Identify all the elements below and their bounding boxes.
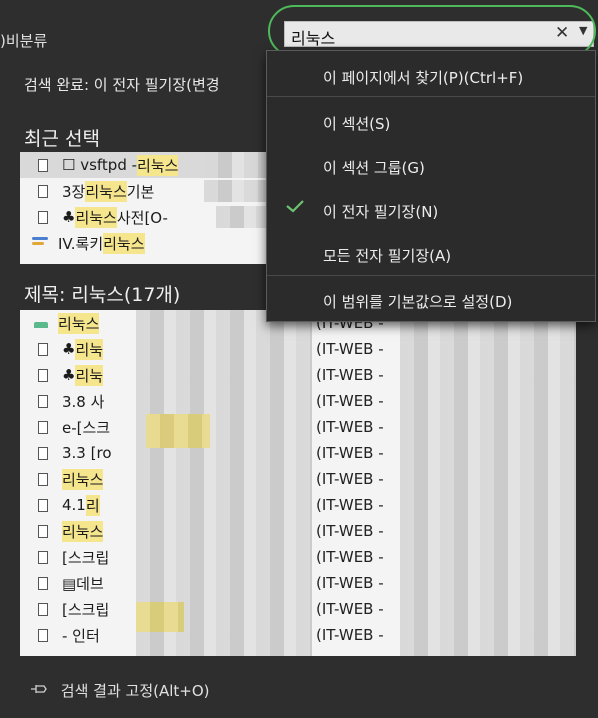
list-item[interactable]: 3장 리눅스 기본	[20, 178, 272, 204]
page-icon	[38, 158, 48, 172]
list-item[interactable]: IV.록키 리눅스	[20, 230, 272, 256]
checkmark-icon	[286, 200, 304, 213]
table-row[interactable]: 리눅스 (IT-WEB -	[20, 518, 576, 544]
page-icon	[38, 210, 48, 224]
pin-icon	[30, 682, 56, 700]
page-icon	[38, 394, 48, 408]
table-row[interactable]: - 인터 (IT-WEB -	[20, 622, 576, 648]
table-row[interactable]: [스크립 (IT-WEB -	[20, 544, 576, 570]
title-bar: )비분류 리눅스 ✕ ▼	[0, 0, 598, 57]
page-icon	[38, 184, 48, 198]
page-icon	[38, 602, 48, 616]
pin-results-label: 검색 결과 고정(Alt+O)	[60, 682, 210, 700]
table-row[interactable]: ▤데브 (IT-WEB -	[20, 570, 576, 596]
page-icon	[38, 550, 48, 564]
menu-separator	[267, 275, 595, 276]
menu-item-this-section-group[interactable]: 이 섹션 그룹(G)	[323, 157, 425, 178]
page-icon	[38, 446, 48, 460]
table-row[interactable]: e-[스크 (IT-WEB -	[20, 414, 576, 440]
menu-item-this-section[interactable]: 이 섹션(S)	[323, 113, 390, 134]
list-item[interactable]: ☐ vsftpd - 리눅스	[20, 152, 272, 178]
table-row[interactable]: ♣ 리눅 (IT-WEB -	[20, 362, 576, 388]
table-row[interactable]: 4.1 리 (IT-WEB -	[20, 492, 576, 518]
table-row[interactable]: ♣ 리눅 (IT-WEB -	[20, 336, 576, 362]
recent-picks-heading: 최근 선택	[24, 128, 100, 150]
search-scope-menu[interactable]: 이 페이지에서 찾기(P)(Ctrl+F) 이 섹션(S) 이 섹션 그룹(G)…	[266, 50, 596, 322]
page-icon	[38, 472, 48, 486]
table-row[interactable]: [스크립 (IT-WEB -	[20, 596, 576, 622]
table-row[interactable]: 3.8 사 (IT-WEB -	[20, 388, 576, 414]
section-group-icon	[32, 236, 48, 250]
table-row[interactable]: 리눅스 (IT-WEB -	[20, 466, 576, 492]
menu-item-set-default-scope[interactable]: 이 범위를 기본값으로 설정(D)	[323, 291, 512, 312]
menu-item-find-on-page[interactable]: 이 페이지에서 찾기(P)(Ctrl+F)	[323, 67, 523, 88]
page-icon	[38, 342, 48, 356]
results-list[interactable]: 리눅스 (IT-WEB - ♣ 리눅 (IT-WEB - ♣ 리눅 (IT-WEB …	[20, 310, 576, 656]
recent-picks-list[interactable]: ☐ vsftpd - 리눅스 3장 리눅스 기본 ♣ 리눅스 사전[O- IV.록키…	[20, 152, 272, 264]
pin-results-button[interactable]: 검색 결과 고정(Alt+O)	[30, 680, 210, 701]
menu-separator	[267, 96, 595, 97]
blurred-text	[204, 152, 272, 178]
menu-item-all-notebooks[interactable]: 모든 전자 필기장(A)	[323, 245, 451, 266]
page-icon	[38, 576, 48, 590]
blurred-text	[204, 180, 272, 202]
results-heading: 제목: 리눅스(17개)	[24, 284, 181, 306]
notebook-section-label[interactable]: )비분류	[0, 30, 47, 51]
page-icon	[38, 498, 48, 512]
table-row[interactable]: 3.3 [ro (IT-WEB -	[20, 440, 576, 466]
page-icon	[38, 524, 48, 538]
search-status[interactable]: 검색 완료: 이 전자 필기장(변경	[24, 74, 220, 95]
list-item[interactable]: ♣ 리눅스 사전[O-	[20, 204, 272, 230]
page-icon	[38, 420, 48, 434]
page-icon	[38, 628, 48, 642]
blurred-text	[216, 206, 272, 228]
menu-item-this-notebook[interactable]: 이 전자 필기장(N)	[323, 201, 438, 222]
section-icon	[34, 318, 48, 328]
page-icon	[38, 368, 48, 382]
